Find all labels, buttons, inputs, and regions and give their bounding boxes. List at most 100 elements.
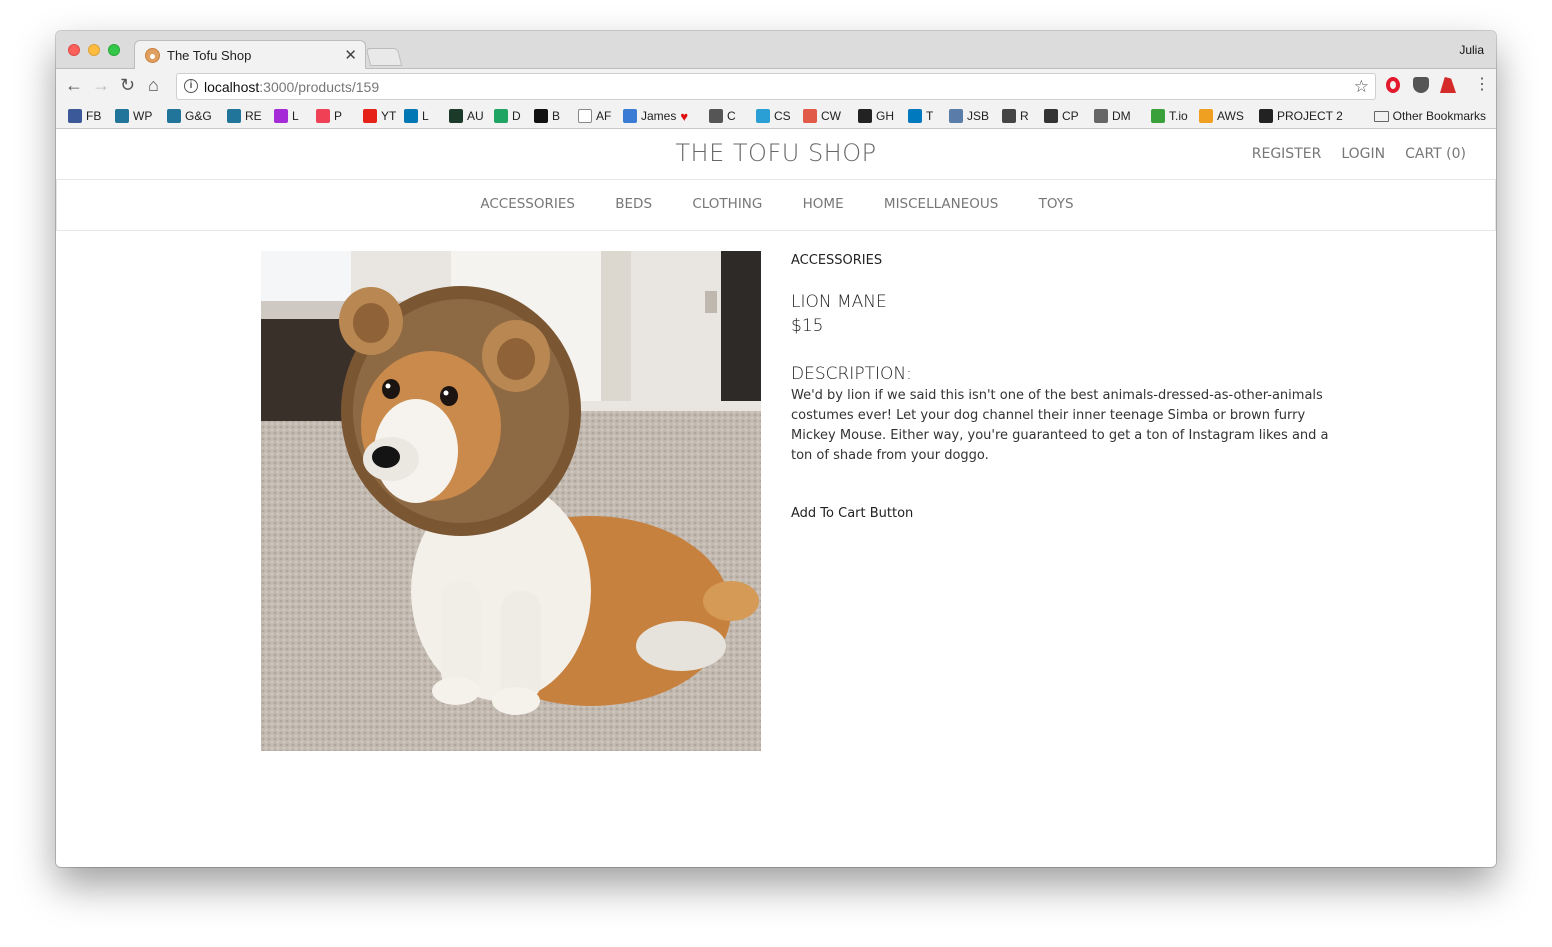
category-accessories[interactable]: ACCESSORIES (480, 196, 575, 212)
bookmark-label: AWS (1217, 109, 1244, 123)
bookmark-label: P (334, 109, 343, 123)
bookmark-label: JSB (967, 109, 990, 123)
browser-menu-icon[interactable]: ⋮ (1474, 74, 1490, 93)
bookmark-favicon-icon (803, 109, 817, 123)
new-tab-button[interactable] (365, 48, 403, 66)
info-icon[interactable]: i (184, 79, 198, 93)
bookmark-label: RE (245, 109, 262, 123)
bookmark-item[interactable]: T (908, 107, 933, 125)
register-link[interactable]: REGISTER (1252, 146, 1322, 162)
heart-icon: ♥ (680, 108, 689, 124)
bookmark-star-icon[interactable]: ☆ (1354, 77, 1369, 97)
pocket-extension-icon[interactable] (1413, 77, 1429, 93)
bookmark-favicon-icon (1044, 109, 1058, 123)
login-link[interactable]: LOGIN (1341, 146, 1385, 162)
minimize-window-button[interactable] (88, 44, 100, 56)
bookmark-favicon-icon (68, 109, 82, 123)
category-nav: ACCESSORIES BEDS CLOTHING HOME MISCELLAN… (56, 180, 1496, 231)
close-icon[interactable]: ✕ (344, 46, 357, 64)
bookmark-item[interactable]: WP (115, 107, 152, 125)
bookmark-item[interactable]: L (404, 107, 429, 125)
bookmark-item[interactable]: R (1002, 107, 1029, 125)
bookmark-label: DM (1112, 109, 1131, 123)
product-info: ACCESSORIES LION MANE $15 DESCRIPTION: W… (791, 251, 1331, 521)
bookmark-favicon-icon (274, 109, 288, 123)
bookmark-item[interactable]: D (494, 107, 521, 125)
other-bookmarks-folder[interactable]: Other Bookmarks (1373, 107, 1486, 125)
maximize-window-button[interactable] (108, 44, 120, 56)
bookmark-item[interactable]: AU (449, 107, 484, 125)
bookmark-item[interactable]: G&G (167, 107, 212, 125)
home-icon[interactable]: ⌂ (148, 75, 159, 96)
bookmark-label: T (926, 109, 934, 123)
site-header: THE TOFU SHOP REGISTER LOGIN CART (0) (56, 129, 1496, 180)
cart-link[interactable]: CART (0) (1405, 146, 1466, 162)
bookmark-item[interactable]: CP (1044, 107, 1079, 125)
bookmark-item[interactable]: CS (756, 107, 791, 125)
category-toys[interactable]: TOYS (1039, 196, 1074, 212)
bookmark-label: GH (876, 109, 894, 123)
reload-icon[interactable]: ↻ (120, 75, 135, 96)
url-text[interactable]: localhost:3000/products/159 (204, 79, 379, 95)
bookmark-item[interactable]: DM (1094, 107, 1131, 125)
profile-name[interactable]: Julia (1459, 43, 1484, 57)
add-to-cart-button[interactable]: Add To Cart Button (791, 506, 1331, 521)
bookmark-item[interactable]: YT (363, 107, 396, 125)
bookmark-favicon-icon (1002, 109, 1016, 123)
bookmark-label: B (552, 109, 561, 123)
lastpass-extension-icon[interactable] (1440, 77, 1456, 93)
bookmark-item[interactable]: AWS (1199, 107, 1244, 125)
bookmark-favicon-icon (167, 109, 181, 123)
bookmark-favicon-icon (404, 109, 418, 123)
bookmark-item[interactable]: GH (858, 107, 894, 125)
bookmark-item[interactable]: PROJECT 2 (1259, 107, 1343, 125)
bookmark-favicon-icon (858, 109, 872, 123)
bookmark-item[interactable]: RE (227, 107, 262, 125)
bookmark-item[interactable]: T.io (1151, 107, 1188, 125)
forward-arrow-icon[interactable]: → (92, 75, 110, 96)
bookmark-favicon-icon (316, 109, 330, 123)
tab-strip: The Tofu Shop ✕ Julia (56, 31, 1496, 70)
product-category[interactable]: ACCESSORIES (791, 253, 1331, 268)
bookmark-favicon-icon (449, 109, 463, 123)
bookmark-item[interactable]: James ♥ (623, 107, 688, 125)
bookmark-label: James (641, 109, 677, 123)
bookmark-label: WP (133, 109, 153, 123)
bookmark-item[interactable]: JSB (949, 107, 989, 125)
bookmark-label: PROJECT 2 (1277, 109, 1343, 123)
address-bar[interactable]: i localhost:3000/products/159 ☆ (176, 73, 1376, 100)
bookmark-label: D (512, 109, 521, 123)
bookmark-label: R (1020, 109, 1029, 123)
corgi-lion-mane-photo (261, 251, 761, 751)
product-name: LION MANE (791, 292, 887, 312)
active-tab[interactable]: The Tofu Shop ✕ (134, 40, 366, 70)
store-page: THE TOFU SHOP REGISTER LOGIN CART (0) AC… (56, 129, 1496, 867)
back-arrow-icon[interactable]: ← (65, 75, 83, 96)
category-beds[interactable]: BEDS (615, 196, 652, 212)
bookmark-item[interactable]: B (534, 107, 560, 125)
bookmark-favicon-icon (534, 109, 548, 123)
opera-extension-icon[interactable] (1386, 77, 1400, 93)
bookmark-label: CS (774, 109, 791, 123)
bookmark-favicon-icon (623, 109, 637, 123)
category-clothing[interactable]: CLOTHING (692, 196, 762, 212)
bookmark-item[interactable]: L (274, 107, 299, 125)
browser-window: The Tofu Shop ✕ Julia ← → ↻ ⌂ i localhos… (56, 31, 1496, 867)
bookmark-item[interactable]: AF (578, 107, 611, 125)
close-window-button[interactable] (68, 44, 80, 56)
category-home[interactable]: HOME (803, 196, 844, 212)
bookmark-favicon-icon (949, 109, 963, 123)
category-miscellaneous[interactable]: MISCELLANEOUS (884, 196, 998, 212)
bookmark-item[interactable]: CW (803, 107, 841, 125)
bookmark-label: FB (86, 109, 102, 123)
bookmark-label: AF (596, 109, 612, 123)
bookmark-favicon-icon (709, 109, 723, 123)
bookmark-favicon-icon (1259, 109, 1273, 123)
bookmark-favicon-icon (1151, 109, 1165, 123)
bookmark-favicon-icon (363, 109, 377, 123)
bookmark-item[interactable]: P (316, 107, 342, 125)
bookmarks-bar: Other Bookmarks FB WP G&G RE L P YT L AU D B AF Jame… (56, 103, 1496, 129)
bookmark-item[interactable]: C (709, 107, 736, 125)
bookmark-label: CP (1062, 109, 1079, 123)
bookmark-item[interactable]: FB (68, 107, 101, 125)
